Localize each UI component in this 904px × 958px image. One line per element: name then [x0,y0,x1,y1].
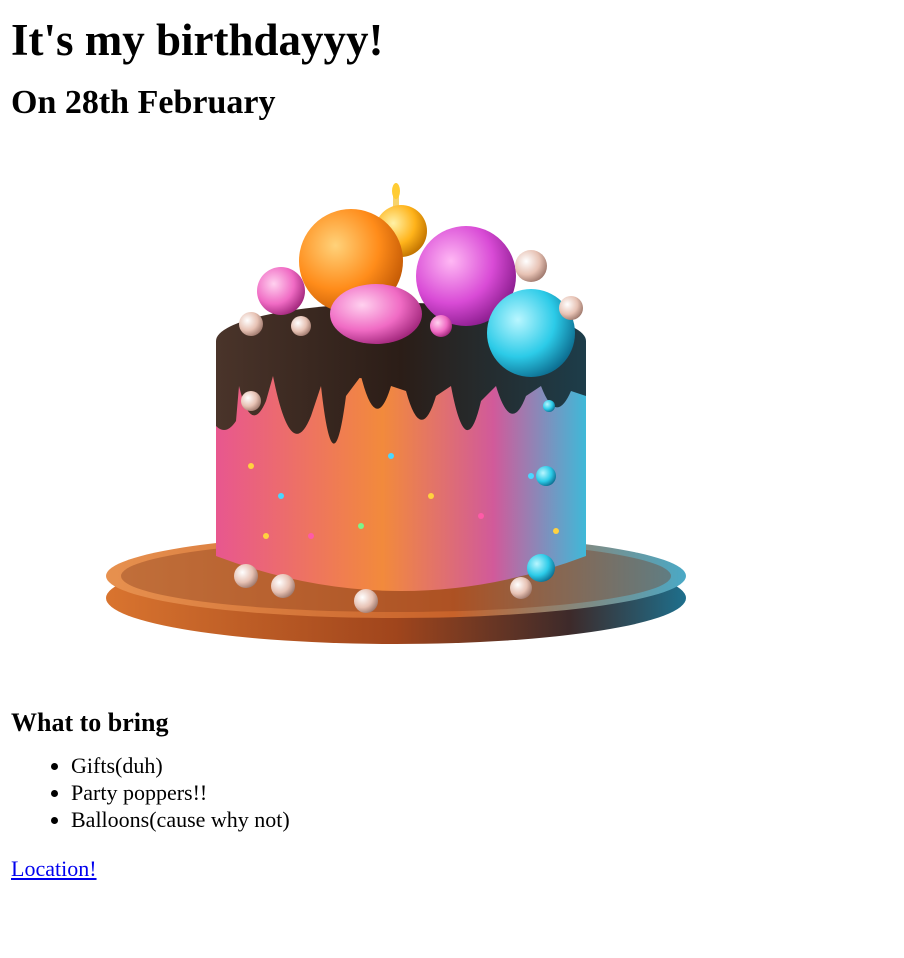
bring-heading: What to bring [11,708,169,737]
list-item: Gifts(duh) [71,752,893,779]
list-item: Party poppers!! [71,779,893,806]
bring-list: Gifts(duh) Party poppers!! Balloons(caus… [11,752,893,833]
page-title: It's my birthdayyy! [11,15,384,65]
birthday-cake-image [11,136,711,696]
list-item: Balloons(cause why not) [71,806,893,833]
event-date: On 28th February [11,84,276,121]
page-content: It's my birthdayyy! On 28th February Wha… [0,12,904,882]
location-link[interactable]: Location! [11,856,97,882]
